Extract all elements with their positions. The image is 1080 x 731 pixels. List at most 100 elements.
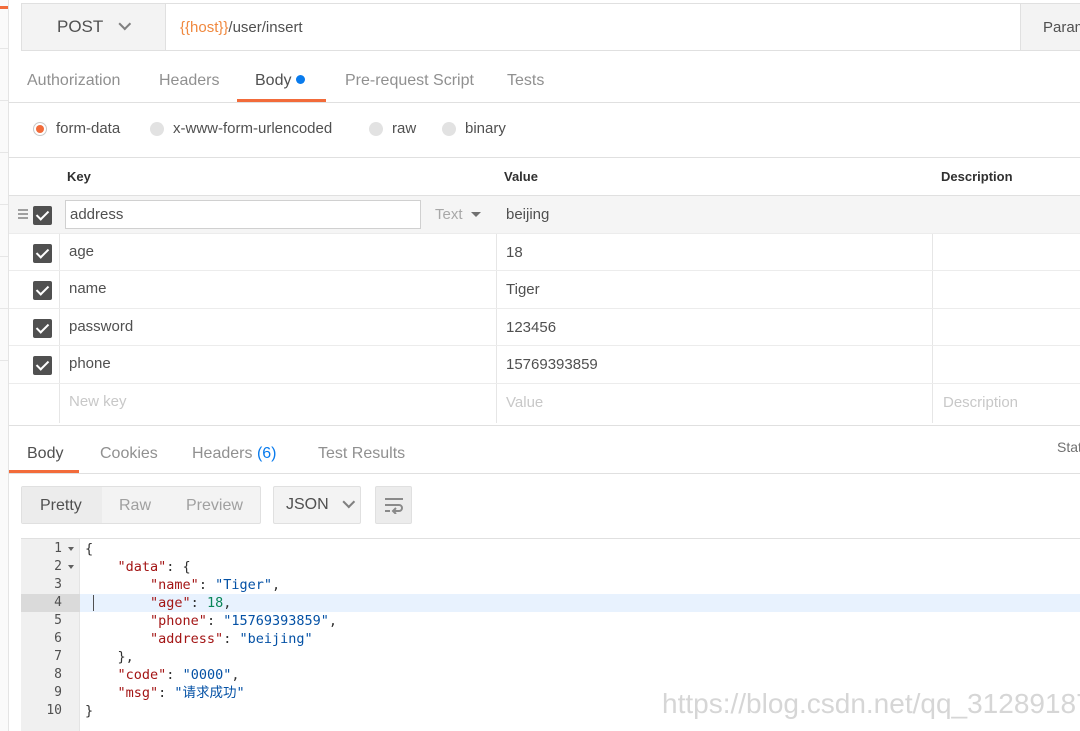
radio-selected-icon bbox=[33, 121, 47, 136]
table-row: phone 15769393859 bbox=[9, 346, 1080, 384]
tab-body[interactable]: Body bbox=[255, 72, 306, 90]
tab-pre-request-script[interactable]: Pre-request Script bbox=[345, 72, 474, 90]
status-label: Stat bbox=[1057, 439, 1080, 455]
request-tabs: Authorization Headers Body Pre-request S… bbox=[9, 62, 1080, 103]
response-tab-cookies[interactable]: Cookies bbox=[100, 445, 158, 463]
value-cell[interactable]: 123456 bbox=[506, 319, 556, 336]
code-line: 6 "address": "beijing" bbox=[21, 630, 1080, 648]
fold-arrow-icon[interactable] bbox=[68, 547, 74, 551]
caret-down-icon bbox=[470, 212, 481, 217]
code-line: 7 }, bbox=[21, 648, 1080, 666]
fold-arrow-icon[interactable] bbox=[68, 565, 74, 569]
row-checkbox[interactable] bbox=[33, 281, 52, 300]
row-checkbox[interactable] bbox=[33, 243, 52, 263]
sidebar-active-marker bbox=[0, 6, 8, 9]
response-tab-body[interactable]: Body bbox=[27, 445, 63, 463]
key-cell[interactable]: phone bbox=[69, 355, 111, 372]
body-type-selector: form-data x-www-form-urlencoded raw bina… bbox=[9, 103, 1080, 158]
code-line: 4 "age": 18, bbox=[21, 594, 1080, 612]
pretty-button[interactable]: Pretty bbox=[40, 497, 82, 515]
sidebar-edge bbox=[0, 0, 9, 731]
radio-icon bbox=[369, 121, 383, 136]
line-number: 8 bbox=[54, 667, 62, 682]
code-text: "code": "0000", bbox=[117, 667, 240, 683]
radio-binary[interactable]: binary bbox=[442, 120, 506, 137]
radio-form-data[interactable]: form-data bbox=[33, 120, 120, 137]
code-text: "phone": "15769393859", bbox=[150, 613, 338, 629]
table-row: name Tiger bbox=[9, 271, 1080, 309]
radio-raw[interactable]: raw bbox=[369, 120, 416, 137]
method-label: POST bbox=[57, 17, 104, 36]
radio-icon bbox=[150, 121, 164, 136]
code-line: 1{ bbox=[21, 540, 1080, 558]
type-select[interactable]: Text bbox=[435, 206, 481, 223]
code-text: "age": 18, bbox=[150, 595, 232, 611]
wrap-lines-icon bbox=[385, 498, 403, 514]
text-cursor bbox=[93, 595, 94, 611]
tab-tests[interactable]: Tests bbox=[507, 72, 544, 90]
tab-authorization[interactable]: Authorization bbox=[27, 72, 120, 90]
line-number: 5 bbox=[54, 613, 62, 628]
table-header: Key Value Description bbox=[9, 158, 1080, 196]
new-value-placeholder[interactable]: Value bbox=[506, 394, 543, 411]
column-description: Description bbox=[941, 169, 1013, 184]
line-number: 6 bbox=[54, 631, 62, 646]
line-number: 4 bbox=[21, 594, 80, 612]
code-text: } bbox=[85, 703, 94, 719]
key-cell[interactable]: age bbox=[69, 243, 94, 260]
chevron-down-icon bbox=[342, 495, 355, 508]
code-line: 3 "name": "Tiger", bbox=[21, 576, 1080, 594]
new-key-placeholder[interactable]: New key bbox=[69, 393, 127, 410]
row-checkbox[interactable] bbox=[33, 356, 52, 375]
radio-urlencoded[interactable]: x-www-form-urlencoded bbox=[150, 120, 332, 137]
code-line: 2 "data": { bbox=[21, 558, 1080, 576]
code-text: "data": { bbox=[117, 559, 191, 575]
form-data-table: Key Value Description Text beijing age 1… bbox=[9, 158, 1080, 423]
code-text: "address": "beijing" bbox=[150, 631, 313, 647]
code-line: 8 "code": "0000", bbox=[21, 666, 1080, 684]
language-select[interactable]: JSON bbox=[273, 486, 361, 524]
key-cell[interactable]: password bbox=[69, 318, 133, 335]
value-cell[interactable]: 18 bbox=[506, 244, 523, 261]
row-checkbox[interactable] bbox=[33, 206, 52, 225]
table-row: password 123456 bbox=[9, 309, 1080, 346]
url-variable: {{host}} bbox=[180, 18, 229, 36]
headers-count: (6) bbox=[256, 445, 277, 462]
line-number: 3 bbox=[54, 577, 62, 592]
table-row: age 18 bbox=[9, 234, 1080, 271]
value-cell[interactable]: 15769393859 bbox=[506, 356, 598, 373]
response-tab-headers[interactable]: Headers (6) bbox=[192, 445, 277, 463]
code-line: 5 "phone": "15769393859", bbox=[21, 612, 1080, 630]
chevron-down-icon bbox=[118, 17, 132, 30]
watermark: https://blog.csdn.net/qq_31289187 bbox=[662, 688, 1080, 719]
new-description-placeholder[interactable]: Description bbox=[943, 394, 1018, 411]
preview-button[interactable]: Preview bbox=[186, 497, 243, 515]
url-input[interactable]: {{host}}/user/insert bbox=[180, 4, 303, 50]
modified-dot-icon bbox=[296, 75, 306, 84]
value-cell[interactable]: Tiger bbox=[506, 281, 540, 298]
code-text: }, bbox=[85, 649, 134, 665]
key-cell[interactable]: name bbox=[69, 280, 107, 297]
new-row: New key Value Description bbox=[9, 384, 1080, 422]
wrap-lines-button[interactable] bbox=[375, 486, 412, 524]
raw-button[interactable]: Raw bbox=[119, 497, 151, 515]
drag-handle-icon[interactable] bbox=[18, 209, 28, 219]
line-number: 10 bbox=[46, 703, 62, 718]
line-number: 9 bbox=[54, 685, 62, 700]
method-select[interactable]: POST bbox=[22, 4, 166, 50]
format-toggle: Pretty Raw Preview bbox=[21, 486, 261, 524]
row-checkbox[interactable] bbox=[33, 318, 52, 338]
table-row: Text beijing bbox=[9, 196, 1080, 234]
key-input[interactable] bbox=[65, 200, 421, 229]
code-text: { bbox=[85, 541, 94, 557]
value-cell[interactable]: beijing bbox=[506, 206, 549, 223]
params-button[interactable]: Param bbox=[1020, 4, 1080, 50]
url-path: /user/insert bbox=[228, 18, 303, 36]
response-tab-test-results[interactable]: Test Results bbox=[318, 445, 405, 463]
column-value: Value bbox=[504, 169, 538, 184]
active-tab-underline bbox=[237, 99, 326, 102]
column-key: Key bbox=[67, 169, 91, 184]
tab-headers[interactable]: Headers bbox=[159, 72, 219, 90]
line-number: 7 bbox=[54, 649, 62, 664]
code-text: "msg": "请求成功" bbox=[117, 685, 245, 701]
